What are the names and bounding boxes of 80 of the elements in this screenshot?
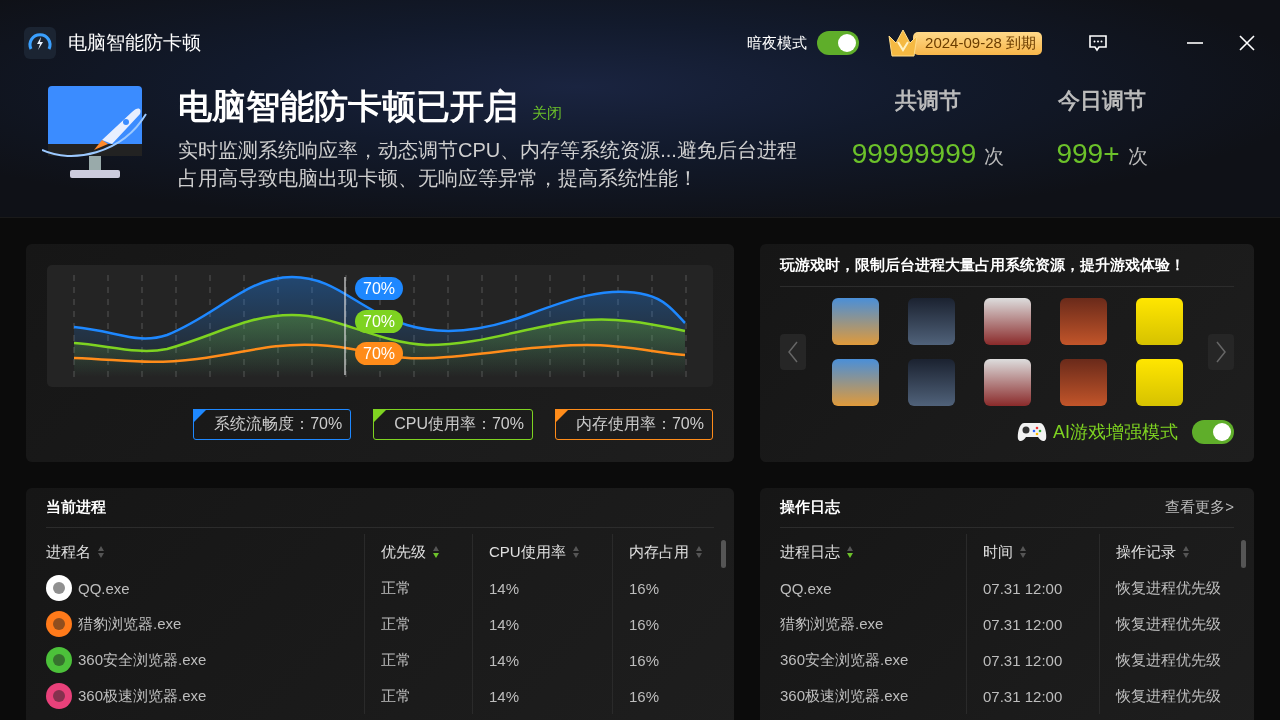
column-header[interactable]: 时间: [983, 542, 1013, 562]
process-name: QQ.exe: [78, 579, 130, 597]
feedback-message-icon[interactable]: [1088, 33, 1108, 53]
action-cell: 恢复进程优先级: [1116, 578, 1221, 598]
memory-cell: 16%: [629, 615, 660, 633]
memory-cell: 16%: [629, 579, 660, 597]
cpu-cell: 14%: [489, 651, 520, 669]
action-cell: 恢复进程优先级: [1116, 614, 1221, 634]
ai-mode-toggle[interactable]: [1192, 420, 1234, 444]
gamepad-icon: [1017, 421, 1047, 443]
log-process-cell: 猎豹浏览器.exe: [780, 614, 884, 634]
stat-unit: 次: [984, 144, 1005, 169]
action-cell: 恢复进程优先级: [1116, 650, 1221, 670]
description-text: 实时监测系统响应率，动态调节CPU、内存等系统资源...避免后台进程: [178, 138, 798, 163]
chevron-left-icon: [787, 340, 799, 364]
log-process-cell: 360极速浏览器.exe: [780, 686, 909, 706]
scrollbar-thumb[interactable]: [1241, 540, 1246, 568]
column-header[interactable]: 内存占用: [629, 542, 689, 562]
crown-icon: [887, 28, 920, 58]
column-header[interactable]: 进程日志: [780, 542, 840, 562]
view-more-link[interactable]: 查看更多>: [1165, 498, 1234, 517]
game-cover-placeholder[interactable]: [983, 298, 1031, 345]
priority-cell: 正常: [381, 614, 411, 634]
time-cell: 07.31 12:00: [983, 651, 1063, 669]
column-header[interactable]: 进程名: [46, 542, 91, 562]
process-name: 猎豹浏览器.exe: [78, 614, 182, 634]
chevron-right-icon: [1215, 340, 1227, 364]
stat-label: 共调节: [895, 87, 961, 115]
next-button[interactable]: [1208, 334, 1234, 370]
time-cell: 07.31 12:00: [983, 579, 1063, 597]
process-name: 360安全浏览器.exe: [78, 650, 207, 670]
priority-cell: 正常: [381, 650, 411, 670]
action-cell: 恢复进程优先级: [1116, 686, 1221, 706]
process-name: 360极速浏览器.exe: [78, 686, 207, 706]
value-callout: 70%: [355, 342, 404, 365]
dark-mode-toggle[interactable]: [817, 31, 860, 55]
priority-cell: 正常: [381, 686, 411, 706]
sort-icon[interactable]: [846, 545, 854, 559]
legend-item: 系统流畅度：70%: [193, 409, 352, 440]
status-headline: 电脑智能防卡顿已开启: [178, 86, 518, 127]
sort-icon[interactable]: [432, 545, 440, 559]
log-process-cell: 360安全浏览器.exe: [780, 650, 909, 670]
memory-cell: 16%: [629, 651, 660, 669]
expiry-badge: 2024-09-28 到期: [913, 31, 1042, 55]
ai-mode-label: AI游戏增强模式: [1053, 421, 1178, 444]
log-process-cell: QQ.exe: [780, 579, 832, 597]
window-title: 电脑智能防卡顿: [68, 31, 201, 55]
priority-cell: 正常: [381, 578, 411, 598]
legend-item: CPU使用率：70%: [373, 409, 533, 440]
cpu-cell: 14%: [489, 687, 520, 705]
game-cover-placeholder[interactable]: [831, 298, 879, 345]
process-title: 当前进程: [46, 498, 106, 517]
legend-item: 内存使用率：70%: [554, 409, 713, 440]
stat-value: 99999999: [851, 138, 977, 170]
log-title: 操作日志: [780, 498, 840, 517]
turn-off-link[interactable]: 关闭: [532, 104, 562, 123]
value-callout: 70%: [355, 310, 404, 333]
column-header[interactable]: CPU使用率: [489, 542, 566, 562]
stat-value: 999+: [1056, 138, 1120, 170]
scrollbar-thumb[interactable]: [721, 540, 726, 568]
previous-button[interactable]: [780, 334, 806, 370]
description-text: 占用高导致电脑出现卡顿、无响应等异常，提高系统性能！: [178, 166, 699, 191]
game-cover-placeholder[interactable]: [983, 359, 1031, 406]
dark-mode-label: 暗夜模式: [747, 33, 808, 53]
stat-unit: 次: [1127, 144, 1148, 169]
game-cover-placeholder[interactable]: [831, 359, 879, 406]
game-cover-placeholder[interactable]: [1135, 359, 1183, 406]
column-header[interactable]: 操作记录: [1116, 542, 1176, 562]
cpu-cell: 14%: [489, 579, 520, 597]
games-title: 玩游戏时，限制后台进程大量占用系统资源，提升游戏体验！: [780, 256, 1234, 287]
memory-cell: 16%: [629, 687, 660, 705]
cpu-cell: 14%: [489, 615, 520, 633]
value-callout: 70%: [355, 277, 404, 300]
time-cell: 07.31 12:00: [983, 687, 1063, 705]
stat-label: 今日调节: [1058, 87, 1146, 115]
column-header[interactable]: 优先级: [381, 542, 426, 562]
time-cell: 07.31 12:00: [983, 615, 1063, 633]
game-cover-placeholder[interactable]: [1135, 298, 1183, 345]
close-icon[interactable]: [1238, 34, 1256, 52]
speedometer-logo-icon: [24, 27, 56, 59]
